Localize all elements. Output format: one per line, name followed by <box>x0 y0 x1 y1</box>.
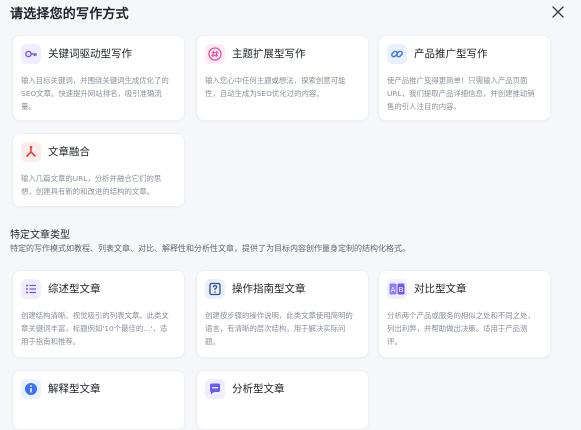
link-icon <box>387 44 407 64</box>
section-desc: 特定的写作模式如教程、列表文章、对比、解释性和分析性文章，提供了为目标内容创作量… <box>10 244 410 253</box>
card-article-merge[interactable]: 文章融合 输入几篇文章的URL，分析并融合它们的思想，创建具有新的和改进的结构的… <box>12 133 185 207</box>
info-icon <box>21 379 41 399</box>
card-desc: 分析两个产品或服务的相似之处和不同之处，列出利弊，并帮助做出决策。适用于产品测评… <box>387 311 535 346</box>
svg-text:B: B <box>399 286 404 294</box>
card-title: 解释型文章 <box>48 383 101 395</box>
card-desc: 输入目标关键词，并围绕关键词生成优化了的SEO文章。快速提升网站排名，吸引准确流… <box>21 76 169 111</box>
merge-icon <box>21 142 41 162</box>
card-title: 综述型文章 <box>48 283 101 295</box>
card-keyword-writing[interactable]: 关键词驱动型写作 输入目标关键词，并围绕关键词生成优化了的SEO文章。快速提升网… <box>12 35 185 121</box>
card-title: 对比型文章 <box>414 283 467 295</box>
close-icon <box>552 6 564 18</box>
card-title: 主题扩展型写作 <box>232 48 306 60</box>
card-title: 产品推广型写作 <box>414 48 488 60</box>
question-book-icon <box>205 279 225 299</box>
list-icon <box>21 279 41 299</box>
key-icon <box>21 44 41 64</box>
card-topic-writing[interactable]: 主题扩展型写作 输入您心中任何主题或想法，探索创意可能性，自动生成为SEO优化过… <box>196 35 369 121</box>
card-product-writing[interactable]: 产品推广型写作 使产品推广变得更简单！只需输入产品页面URL，我们提取产品详细信… <box>378 35 551 121</box>
card-analytical-article[interactable]: 分析型文章 <box>196 370 369 430</box>
card-desc: 使产品推广变得更简单！只需输入产品页面URL，我们提取产品详细信息，并创建推动销… <box>387 76 535 111</box>
card-desc: 创建结构清晰、视觉吸引的列表文章。此类文章关键词丰富，标题例如'10个最佳的..… <box>21 311 169 346</box>
card-comparison-article[interactable]: A B 对比型文章 分析两个产品或服务的相似之处和不同之处，列出利弊，并帮助做出… <box>378 270 551 358</box>
card-desc: 输入您心中任何主题或想法，探索创意可能性，自动生成为SEO优化过的内容。 <box>205 76 346 98</box>
ab-compare-icon: A B <box>387 279 407 299</box>
dialog-header: 请选择您的写作方式 <box>0 0 581 26</box>
chat-analysis-icon <box>205 379 225 399</box>
card-title: 关键词驱动型写作 <box>48 48 132 60</box>
dialog-title: 请选择您的写作方式 <box>10 7 129 22</box>
svg-text:A: A <box>391 286 396 294</box>
card-howto-article[interactable]: 操作指南型文章 创建按步骤的操作说明，此类文章使用简明的语言，有清晰的层次结构，… <box>196 270 369 358</box>
card-title: 操作指南型文章 <box>232 283 306 295</box>
card-explanatory-article[interactable]: 解释型文章 <box>12 370 185 430</box>
section-title: 特定文章类型 <box>10 230 70 241</box>
close-button[interactable] <box>548 2 568 22</box>
hashtag-icon <box>205 44 225 64</box>
card-title: 文章融合 <box>48 146 90 158</box>
card-listicle-article[interactable]: 综述型文章 创建结构清晰、视觉吸引的列表文章。此类文章关键词丰富，标题例如'10… <box>12 270 185 358</box>
card-desc: 输入几篇文章的URL，分析并融合它们的思想，创建具有新的和改进的结构的文章。 <box>21 174 162 196</box>
card-title: 分析型文章 <box>232 383 285 395</box>
card-desc: 创建按步骤的操作说明，此类文章使用简明的语言，有清晰的层次结构，用于解决实际问题… <box>205 311 353 346</box>
